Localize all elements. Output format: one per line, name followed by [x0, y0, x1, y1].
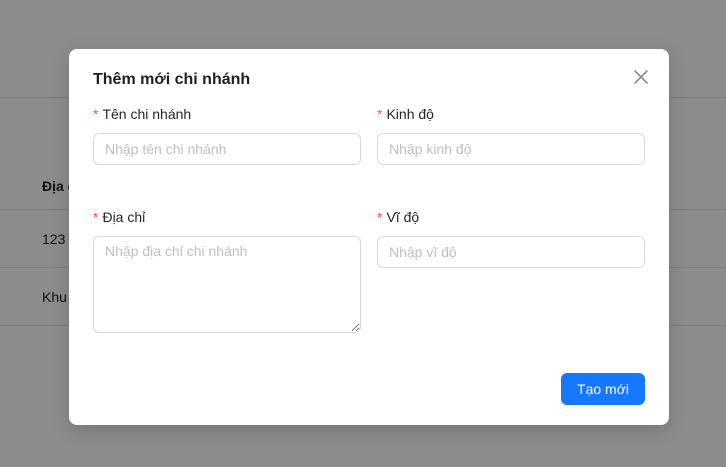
required-mark: * — [377, 106, 383, 122]
longitude-field: * Kinh độ — [377, 104, 645, 165]
latitude-label: * Vĩ độ — [377, 207, 645, 227]
latitude-input[interactable] — [377, 236, 645, 268]
create-button[interactable]: Tạo mới — [561, 373, 645, 405]
longitude-label-text: Kinh độ — [386, 106, 434, 122]
longitude-input[interactable] — [377, 133, 645, 165]
address-label-text: Địa chỉ — [102, 209, 146, 225]
required-mark: * — [93, 106, 99, 122]
latitude-field: * Vĩ độ — [377, 207, 645, 268]
branch-name-input[interactable] — [93, 133, 361, 165]
required-mark: * — [377, 209, 383, 225]
latitude-label-text: Vĩ độ — [386, 209, 420, 225]
address-textarea[interactable] — [93, 236, 361, 333]
close-icon — [634, 70, 648, 84]
create-branch-modal: Thêm mới chi nhánh *Tên chi nhánh *Kinh … — [69, 49, 669, 425]
branch-name-label-text: Tên chi nhánh — [102, 106, 192, 122]
required-mark: * — [93, 209, 99, 225]
address-field: * Địa chỉ — [93, 207, 361, 333]
branch-name-field: * Tên chi nhánh — [93, 104, 361, 165]
close-button[interactable] — [631, 67, 651, 87]
address-label: * Địa chỉ — [93, 207, 361, 227]
branch-name-label: * Tên chi nhánh — [93, 104, 361, 124]
modal-title: Thêm mới chi nhánh — [93, 71, 251, 88]
longitude-label: * Kinh độ — [377, 104, 645, 124]
